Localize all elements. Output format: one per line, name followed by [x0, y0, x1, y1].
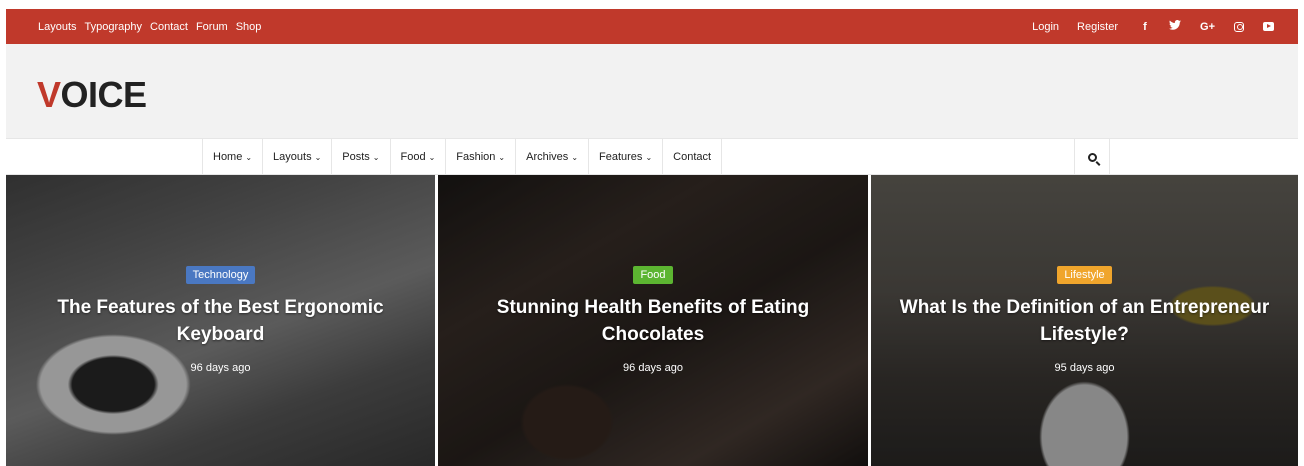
nav-label: Contact	[673, 151, 712, 163]
search-button[interactable]	[1074, 139, 1110, 175]
site-header: VOICE	[6, 44, 1298, 138]
category-badge[interactable]: Lifestyle	[1057, 266, 1112, 284]
nav-item-archives[interactable]: Archives ⌄	[515, 139, 588, 175]
chevron-down-icon: ⌄	[498, 152, 506, 162]
post-title[interactable]: What Is the Definition of an Entrepreneu…	[871, 294, 1298, 348]
top-right: Login Register f G+	[1032, 20, 1298, 33]
search-icon	[1087, 152, 1097, 162]
nav-label: Archives	[526, 151, 569, 163]
top-link-typography[interactable]: Typography	[85, 21, 142, 33]
nav-label: Food	[400, 151, 426, 163]
featured-post-card[interactable]: Lifestyle What Is the Definition of an E…	[871, 175, 1298, 466]
featured-post-card[interactable]: Food Stunning Health Benefits of Eating …	[438, 175, 868, 466]
post-title[interactable]: Stunning Health Benefits of Eating Choco…	[438, 294, 868, 348]
google-plus-icon[interactable]: G+	[1200, 21, 1215, 33]
register-link[interactable]: Register	[1077, 21, 1118, 33]
nav-item-features[interactable]: Features ⌄	[588, 139, 662, 175]
nav-label: Layouts	[273, 151, 312, 163]
login-link[interactable]: Login	[1032, 21, 1059, 33]
top-link-forum[interactable]: Forum	[196, 21, 228, 33]
chevron-down-icon: ⌄	[314, 152, 322, 162]
nav-item-posts[interactable]: Posts ⌄	[331, 139, 389, 175]
nav-label: Home	[213, 151, 243, 163]
youtube-icon[interactable]	[1263, 22, 1274, 31]
nav-item-home[interactable]: Home ⌄	[202, 139, 262, 175]
card-content: Lifestyle What Is the Definition of an E…	[871, 265, 1298, 374]
post-date: 96 days ago	[623, 362, 683, 374]
chevron-down-icon: ⌄	[245, 152, 253, 162]
nav-item-contact[interactable]: Contact	[662, 139, 723, 175]
instagram-icon[interactable]	[1234, 21, 1244, 32]
main-nav: Home ⌄ Layouts ⌄ Posts ⌄ Food ⌄ Fashion ⌄ Arc…	[6, 138, 1298, 175]
featured-posts: Technology The Features of the Best Ergo…	[6, 175, 1298, 466]
nav-item-fashion[interactable]: Fashion ⌄	[445, 139, 515, 175]
top-link-shop[interactable]: Shop	[236, 21, 262, 33]
nav-item-layouts[interactable]: Layouts ⌄	[262, 139, 331, 175]
nav-menu: Home ⌄ Layouts ⌄ Posts ⌄ Food ⌄ Fashion ⌄ Arc…	[202, 139, 723, 175]
logo-text: OICE	[60, 74, 148, 115]
facebook-icon[interactable]: f	[1140, 21, 1150, 33]
chevron-down-icon: ⌄	[372, 152, 380, 162]
chevron-down-icon: ⌄	[428, 152, 436, 162]
category-badge[interactable]: Technology	[185, 266, 256, 284]
featured-post-card[interactable]: Technology The Features of the Best Ergo…	[6, 175, 435, 466]
nav-label: Features	[599, 151, 643, 163]
card-content: Food Stunning Health Benefits of Eating …	[438, 265, 868, 374]
card-content: Technology The Features of the Best Ergo…	[6, 265, 435, 374]
twitter-icon[interactable]	[1169, 20, 1182, 33]
category-badge[interactable]: Food	[633, 266, 673, 284]
post-date: 95 days ago	[1054, 362, 1115, 374]
chevron-down-icon: ⌄	[645, 152, 653, 162]
top-bar: Layouts Typography Contact Forum Shop Lo…	[6, 9, 1298, 44]
social-links: f G+	[1140, 20, 1274, 33]
post-date: 96 days ago	[190, 362, 251, 374]
chevron-down-icon: ⌄	[571, 152, 579, 162]
logo-initial: V	[37, 74, 61, 115]
site-logo[interactable]: VOICE	[37, 74, 147, 116]
top-links: Layouts Typography Contact Forum Shop	[38, 21, 261, 33]
post-title[interactable]: The Features of the Best Ergonomic Keybo…	[6, 294, 435, 348]
nav-item-food[interactable]: Food ⌄	[389, 139, 446, 175]
nav-label: Posts	[342, 151, 370, 163]
top-link-layouts[interactable]: Layouts	[38, 21, 77, 33]
nav-label: Fashion	[456, 151, 496, 163]
top-link-contact[interactable]: Contact	[150, 21, 188, 33]
